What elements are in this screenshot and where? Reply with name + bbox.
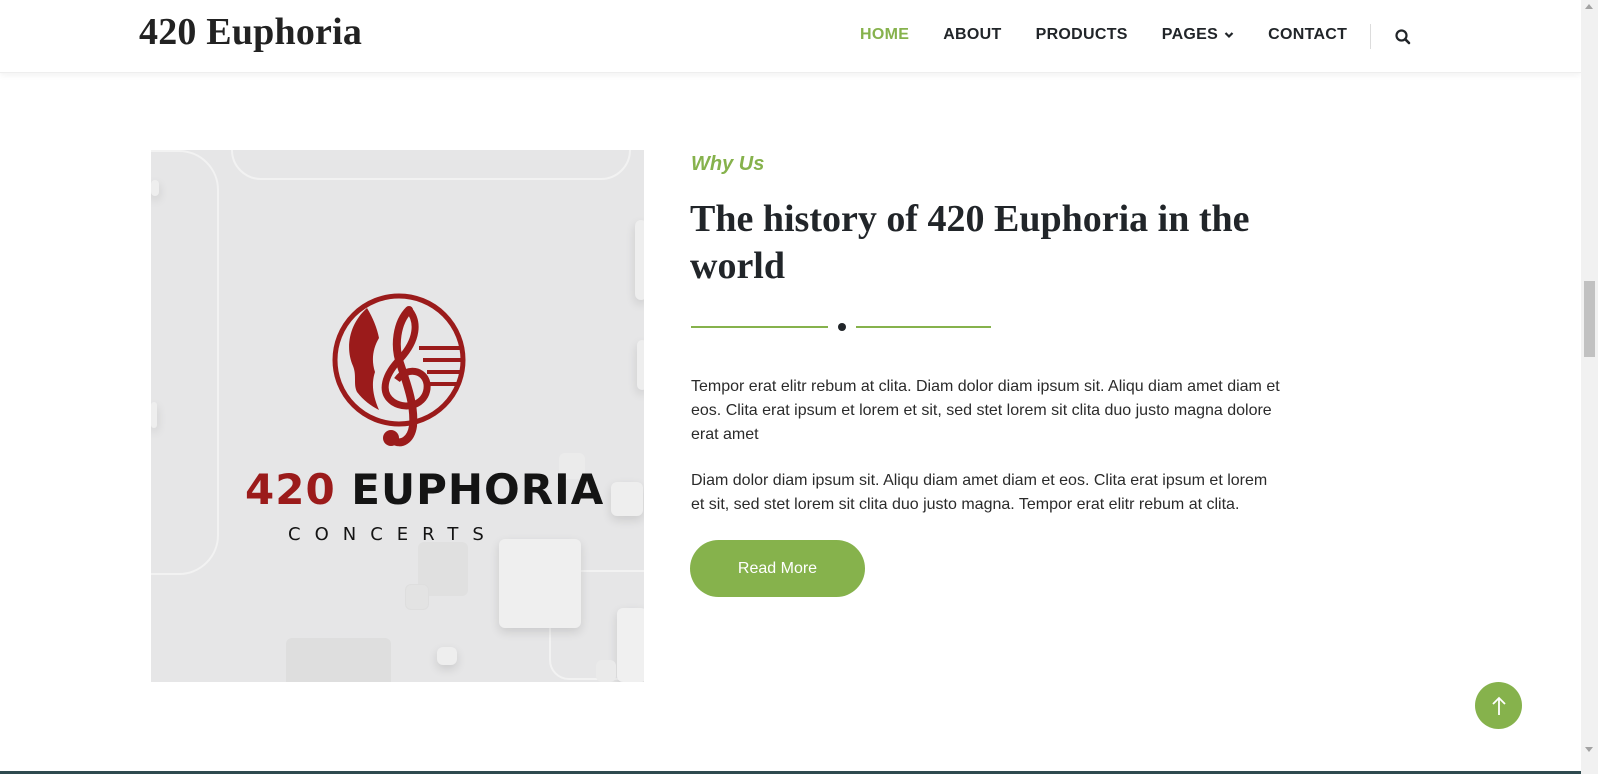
section-heading: The history of 420 Euphoria in the world: [690, 198, 1250, 287]
decor-square: [286, 638, 391, 682]
section-eyebrow: Why Us: [691, 153, 765, 175]
paragraph-2: Diam dolor diam ipsum sit. Aliqu diam am…: [691, 472, 1268, 513]
nav-products-label: PRODUCTS: [1035, 26, 1128, 43]
nav-products[interactable]: PRODUCTS: [1036, 26, 1128, 44]
music-note-emblem-icon: [332, 293, 466, 447]
decor-square: [596, 660, 616, 682]
nav-contact[interactable]: CONTACT: [1268, 26, 1347, 44]
nav-about[interactable]: ABOUT: [943, 26, 1001, 44]
nav-about-label: ABOUT: [943, 26, 1002, 43]
divider-left: [691, 326, 828, 328]
logo-subtitle: CONCERTS: [288, 524, 498, 545]
scrollbar-thumb[interactable]: [1584, 281, 1595, 357]
page-scrollbar[interactable]: [1581, 0, 1598, 774]
logo-word: EUPHORIA: [351, 465, 605, 514]
read-more-button[interactable]: Read More: [690, 540, 865, 597]
scroll-down-icon[interactable]: [1585, 747, 1593, 752]
nav-home[interactable]: HOME: [860, 26, 909, 44]
back-to-top-button[interactable]: [1475, 682, 1522, 729]
paragraph-1: Tempor erat elitr rebum at clita. Diam d…: [691, 378, 1280, 443]
decor-square: [637, 340, 644, 390]
chevron-down-icon: [1224, 32, 1234, 39]
logo-wordmark: 420 EUPHORIA: [245, 465, 603, 514]
nav-pages[interactable]: PAGES: [1162, 26, 1234, 44]
decor-square: [635, 220, 644, 300]
arrow-up-icon: [1491, 696, 1506, 715]
main-nav: HOME ABOUT PRODUCTS PAGES CONTACT: [860, 26, 1381, 44]
brand-logo[interactable]: 420 Euphoria: [139, 10, 362, 54]
logo-number: 420: [245, 465, 336, 514]
nav-divider: [1370, 24, 1371, 49]
divider-dot: [838, 323, 846, 331]
decor-outline: [151, 150, 219, 575]
nav-pages-label: PAGES: [1161, 26, 1219, 43]
divider-right: [856, 326, 991, 328]
nav-contact-label: CONTACT: [1268, 26, 1348, 43]
decor-square: [437, 647, 457, 665]
decor-square: [611, 482, 643, 516]
decor-square: [617, 608, 644, 682]
nav-home-label: HOME: [860, 26, 910, 43]
scroll-up-icon[interactable]: [1585, 4, 1593, 9]
decor-square: [151, 402, 157, 428]
decor-square: [499, 539, 581, 628]
site-header: 420 Euphoria HOME ABOUT PRODUCTS PAGES C…: [0, 0, 1581, 73]
decor-outline: [231, 150, 631, 180]
decor-square: [151, 180, 159, 196]
decor-square: [405, 584, 429, 610]
search-icon[interactable]: [1394, 28, 1412, 46]
